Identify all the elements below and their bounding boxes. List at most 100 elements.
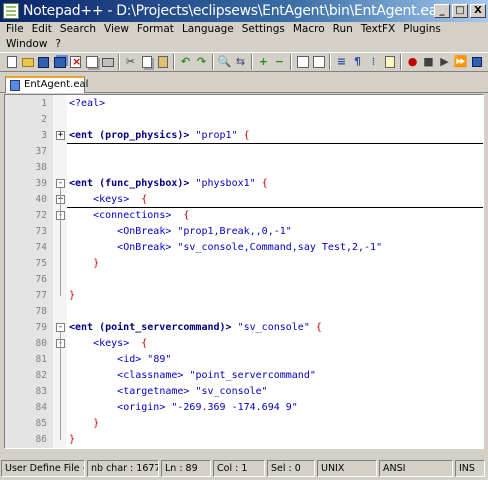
code-line[interactable]: 2 bbox=[5, 112, 483, 128]
menu-macro[interactable]: Macro bbox=[289, 22, 329, 37]
line-number: 81 bbox=[35, 354, 47, 365]
editor-pane[interactable]: 1 <?eal> 2 3 + <ent (prop_physics)> "prop1" {… bbox=[4, 94, 484, 449]
replace-icon[interactable]: ⇆ bbox=[233, 54, 248, 70]
menu-run[interactable]: Run bbox=[329, 22, 357, 37]
save-all-icon[interactable] bbox=[52, 54, 67, 70]
fold-collapse-icon[interactable]: - bbox=[56, 323, 65, 332]
code-line[interactable]: 75 } bbox=[5, 256, 483, 272]
code-line[interactable]: 87 bbox=[5, 448, 484, 449]
menu-plugins[interactable]: Plugins bbox=[399, 22, 445, 37]
code-line[interactable]: 83 <targetname> "sv_console" bbox=[5, 384, 483, 400]
close-window-button[interactable]: X bbox=[470, 4, 486, 18]
code-text: <origin> "-269.369 -174.694 9" bbox=[117, 402, 298, 413]
code-line[interactable]: 72- <connections> { bbox=[5, 208, 483, 224]
toolbar-separator bbox=[173, 54, 175, 70]
line-number: 74 bbox=[35, 242, 47, 253]
close-icon[interactable] bbox=[68, 54, 83, 70]
code-text: <classname> "point_servercommand" bbox=[117, 370, 316, 381]
print-icon[interactable] bbox=[100, 54, 115, 70]
menu-search[interactable]: Search bbox=[56, 22, 100, 37]
menu-window[interactable]: Window bbox=[2, 37, 51, 52]
save-icon[interactable] bbox=[36, 54, 51, 70]
code-line[interactable]: 1 <?eal> bbox=[5, 96, 483, 112]
status-encoding: ANSI bbox=[379, 459, 453, 477]
title-bar[interactable]: Notepad++ - D:\Projects\eclipsews\EntAge… bbox=[0, 0, 488, 22]
play-macro-icon[interactable]: ▶ bbox=[437, 54, 452, 70]
sync-h-icon[interactable] bbox=[311, 54, 326, 70]
status-line: Ln : 89 bbox=[161, 459, 211, 477]
code-line[interactable]: 39- <ent (func_physbox)> "physbox1" { bbox=[5, 176, 483, 192]
line-number: 40 bbox=[35, 194, 47, 205]
redo-icon[interactable]: ↷ bbox=[194, 54, 209, 70]
menu-format[interactable]: Format bbox=[133, 22, 178, 37]
show-all-chars-icon[interactable]: ¶ bbox=[350, 54, 365, 70]
save-macro-icon[interactable] bbox=[469, 54, 484, 70]
code-line[interactable]: 38 bbox=[5, 160, 483, 176]
toolbar-separator bbox=[400, 54, 402, 70]
file-tab-icon bbox=[10, 80, 20, 91]
code-line[interactable]: 73 <OnBreak> "prop1,Break,,0,-1" bbox=[5, 224, 483, 240]
code-line[interactable]: 76 bbox=[5, 272, 483, 288]
code-text: <ent (func_physbox)> "physbox1" { bbox=[69, 178, 268, 189]
user-define-icon[interactable] bbox=[382, 54, 397, 70]
code-line[interactable]: 81 <id> "89" bbox=[5, 352, 483, 368]
close-all-icon[interactable] bbox=[84, 54, 99, 70]
paste-icon[interactable] bbox=[155, 54, 170, 70]
code-text: <id> "89" bbox=[117, 354, 172, 365]
code-line[interactable]: 37 bbox=[5, 144, 483, 160]
zoom-in-icon[interactable]: + bbox=[256, 54, 271, 70]
code-line[interactable]: 79- <ent (point_servercommand)> "sv_conso… bbox=[5, 320, 483, 336]
tab-label: EntAgent.eal bbox=[24, 79, 89, 90]
menu-edit[interactable]: Edit bbox=[28, 22, 56, 37]
code-line[interactable]: 84 <origin> "-269.369 -174.694 9" bbox=[5, 400, 483, 416]
toolbar-separator bbox=[329, 54, 331, 70]
code-line[interactable]: 40+ <keys> { bbox=[5, 192, 483, 208]
new-file-icon[interactable] bbox=[4, 54, 19, 70]
maximize-button[interactable]: □ bbox=[452, 4, 468, 18]
menu-settings[interactable]: Settings bbox=[238, 22, 289, 37]
open-folder-icon[interactable] bbox=[20, 54, 35, 70]
fold-collapse-icon[interactable]: - bbox=[56, 179, 65, 188]
code-line[interactable]: 85 } bbox=[5, 416, 483, 432]
code-line[interactable]: 80- <keys> { bbox=[5, 336, 483, 352]
copy-icon[interactable] bbox=[139, 54, 154, 70]
menu-view[interactable]: View bbox=[100, 22, 133, 37]
code-line[interactable]: 77} bbox=[5, 288, 483, 304]
status-column: Col : 1 bbox=[213, 459, 265, 477]
line-number: 72 bbox=[35, 210, 47, 221]
code-line[interactable]: 82 <classname> "point_servercommand" bbox=[5, 368, 483, 384]
menu-help[interactable]: ? bbox=[51, 37, 65, 52]
tab-entagent-eal[interactable]: EntAgent.eal bbox=[5, 76, 89, 93]
stop-macro-icon[interactable]: ■ bbox=[421, 54, 436, 70]
undo-icon[interactable]: ↶ bbox=[178, 54, 193, 70]
cut-icon[interactable]: ✂ bbox=[123, 54, 138, 70]
fold-expand-icon[interactable]: + bbox=[56, 131, 65, 140]
code-text: <ent (point_servercommand)> "sv_console"… bbox=[69, 322, 322, 333]
line-number: 79 bbox=[35, 322, 47, 333]
line-number: 87 bbox=[5, 448, 47, 449]
sync-v-icon[interactable] bbox=[295, 54, 310, 70]
word-wrap-icon[interactable]: ≡ bbox=[334, 54, 349, 70]
code-text: } bbox=[93, 418, 100, 429]
find-icon[interactable]: 🔍 bbox=[217, 54, 232, 70]
code-text: <ent (prop_physics)> "prop1" { bbox=[69, 130, 250, 141]
notepad-plus-plus-icon[interactable] bbox=[3, 3, 19, 19]
menu-language[interactable]: Language bbox=[178, 22, 238, 37]
code-text: } bbox=[69, 434, 76, 445]
code-line[interactable]: 86} bbox=[5, 432, 483, 448]
minimize-button[interactable]: _ bbox=[434, 4, 450, 18]
play-multi-macro-icon[interactable]: ⏩ bbox=[453, 54, 468, 70]
zoom-out-icon[interactable]: − bbox=[272, 54, 287, 70]
line-number: 78 bbox=[35, 306, 47, 317]
menu-file[interactable]: File bbox=[2, 22, 28, 37]
toolbar: ✂ ↶ ↷ 🔍 ⇆ + − ≡ ¶ ⁞ ● ■ ▶ ⏩ bbox=[0, 52, 488, 72]
code-text: <keys> { bbox=[93, 338, 148, 349]
indent-guide-icon[interactable]: ⁞ bbox=[366, 54, 381, 70]
code-line[interactable]: 78 bbox=[5, 304, 483, 320]
code-line[interactable]: 3 + <ent (prop_physics)> "prop1" { bbox=[5, 128, 483, 144]
code-line[interactable]: 74 <OnBreak> "sv_console,Command,say Tes… bbox=[5, 240, 483, 256]
toolbar-separator bbox=[212, 54, 214, 70]
record-macro-icon[interactable]: ● bbox=[405, 54, 420, 70]
menu-textfx[interactable]: TextFX bbox=[357, 22, 399, 37]
code-text: <OnBreak> "sv_console,Command,say Test,2… bbox=[117, 242, 383, 253]
